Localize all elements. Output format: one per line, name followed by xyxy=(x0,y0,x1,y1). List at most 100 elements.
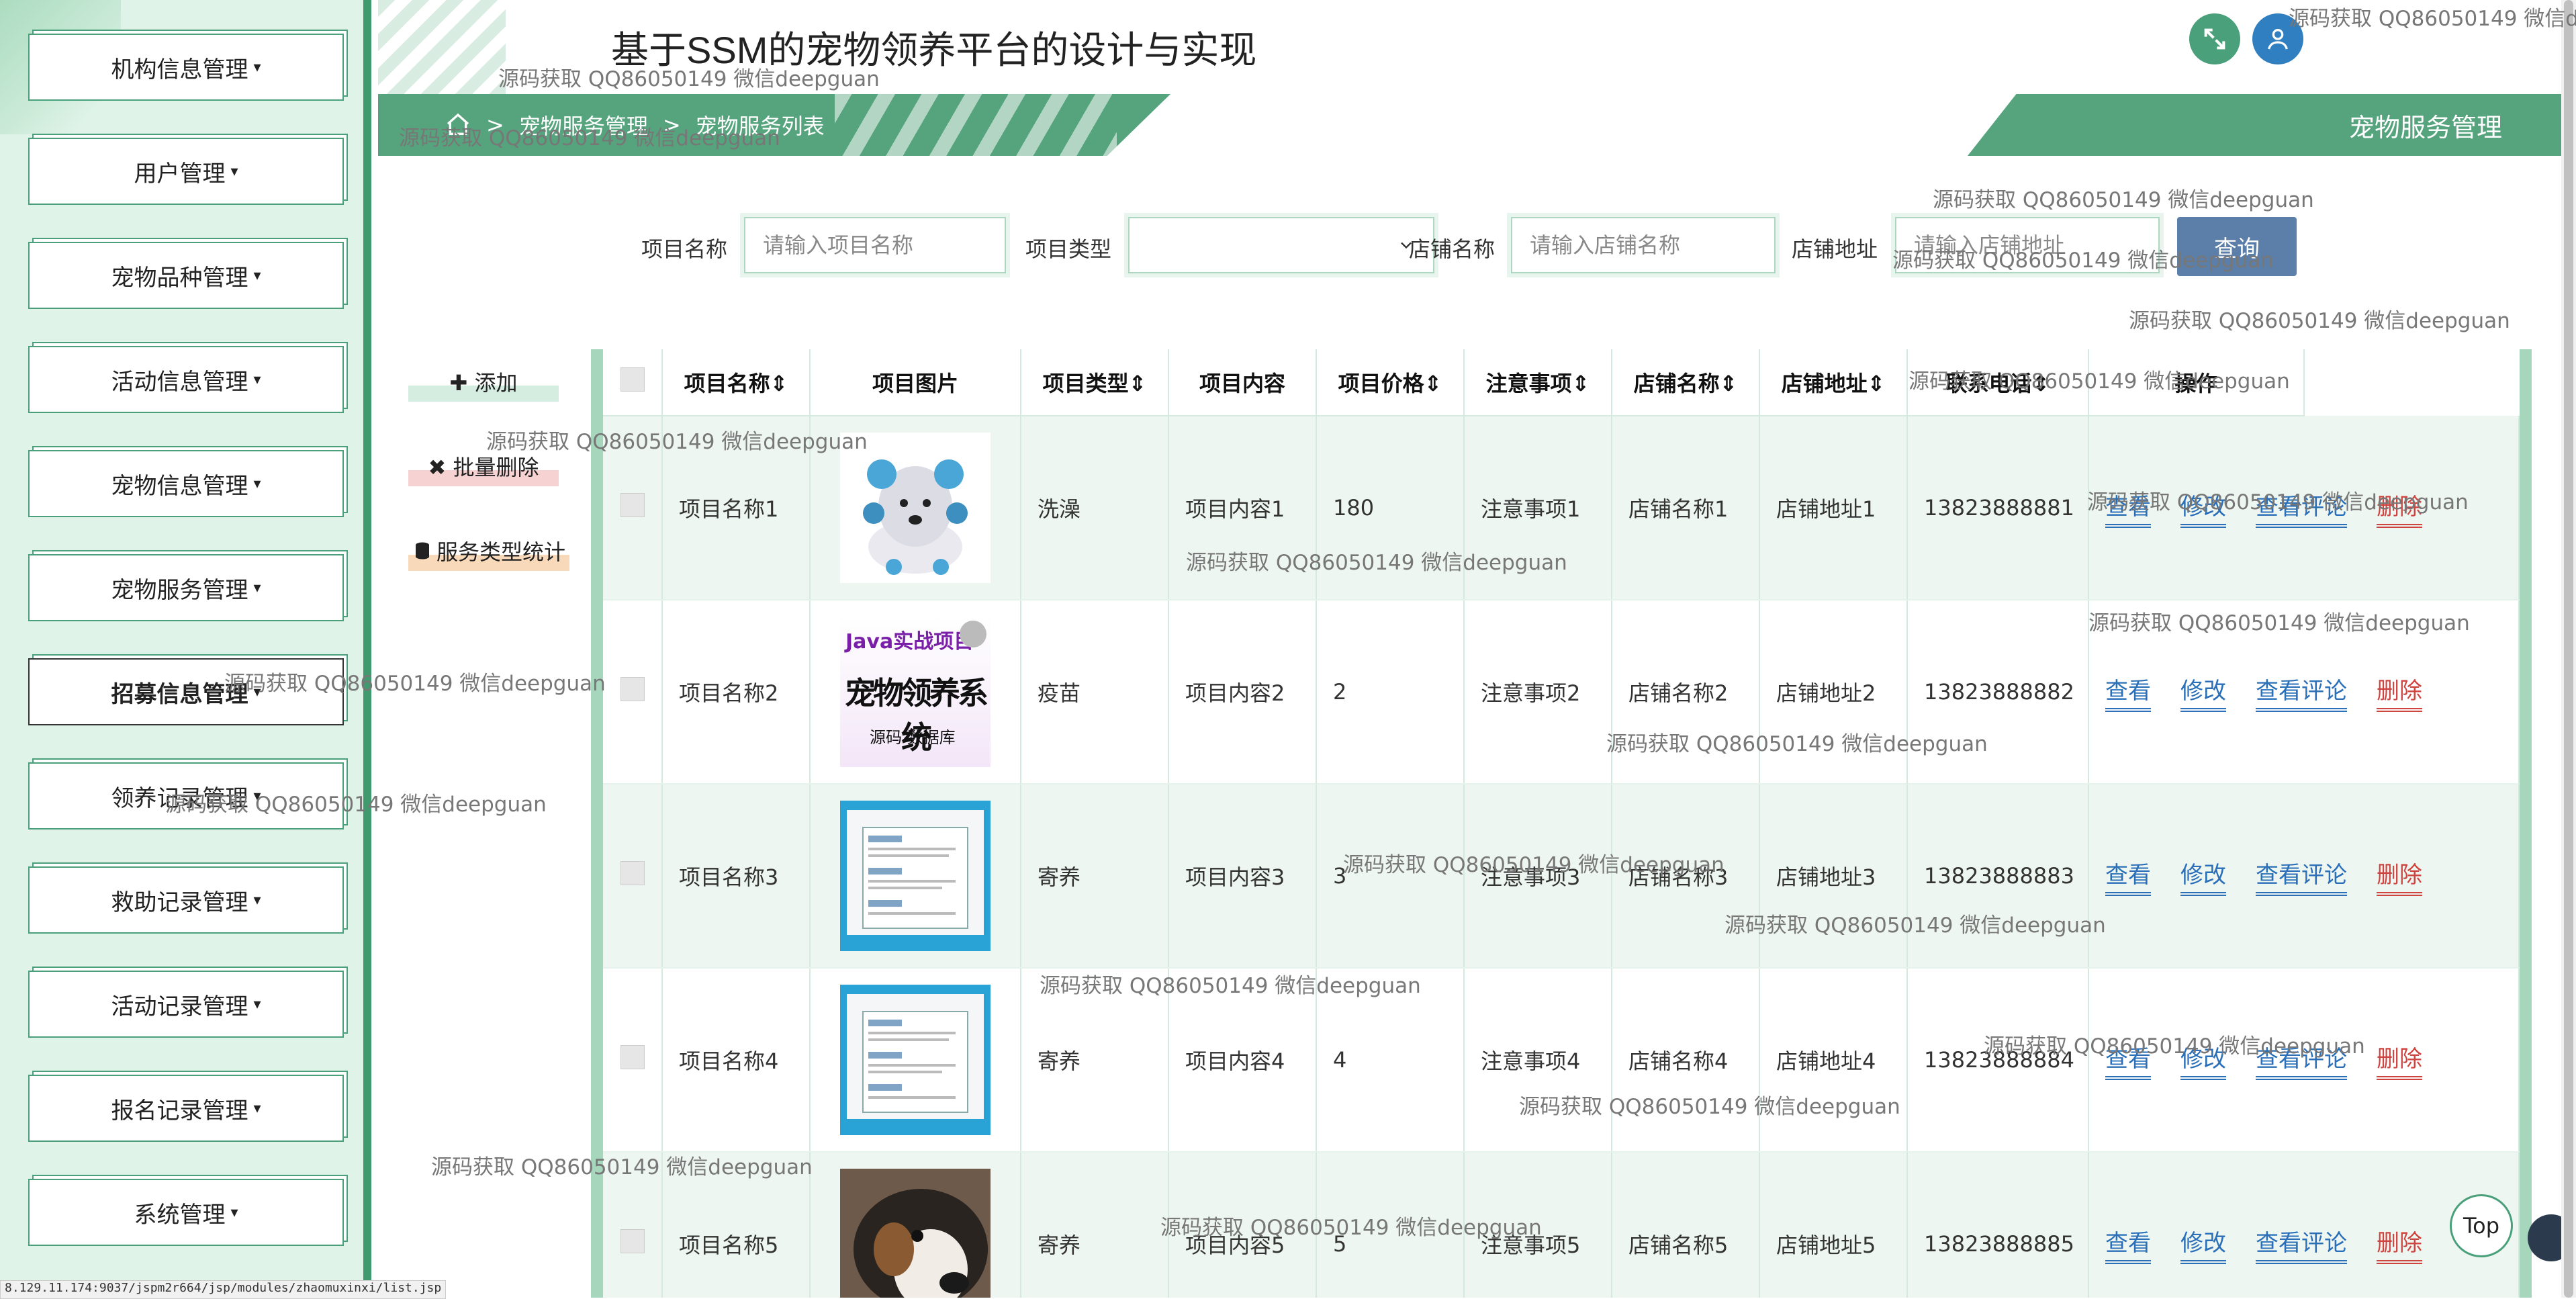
pet-image[interactable] xyxy=(840,1169,991,1298)
view-link[interactable]: 查看 xyxy=(2105,1040,2151,1080)
pet-image[interactable] xyxy=(840,801,991,951)
breadcrumb-separator: > xyxy=(662,112,681,138)
edit-link[interactable]: 修改 xyxy=(2180,856,2226,896)
view-comments-link[interactable]: 查看评论 xyxy=(2256,672,2347,712)
sidebar-edge xyxy=(363,0,371,1298)
col-shop-address[interactable]: 店铺地址⇕ xyxy=(1759,349,1908,416)
sidebar-item-label: 活动记录管理 xyxy=(111,993,248,1020)
view-link[interactable]: 查看 xyxy=(2105,856,2151,896)
col-notes[interactable]: 注意事项⇕ xyxy=(1464,349,1612,416)
sidebar-item-rescue-records[interactable]: 救助记录管理 ▾ xyxy=(28,866,344,934)
row-checkbox-cell xyxy=(603,784,663,969)
edit-link[interactable]: 修改 xyxy=(2180,1224,2226,1264)
view-link[interactable]: 查看 xyxy=(2105,672,2151,712)
cell-shop-name: 店铺名称2 xyxy=(1612,600,1760,785)
cell-project-price: 2 xyxy=(1316,600,1465,785)
view-comments-link[interactable]: 查看评论 xyxy=(2256,856,2347,896)
cell-actions: 查看 修改 查看评论 删除 xyxy=(2088,784,2520,969)
cell-project-type: 洗澡 xyxy=(1021,416,1169,600)
caret-down-icon: ▾ xyxy=(253,787,261,805)
table-row: 项目名称4 寄养 项目内容4 4 注意事项4 店铺名称4 店铺地址4 13823… xyxy=(603,968,2520,1153)
sidebar-item-activity-records[interactable]: 活动记录管理 ▾ xyxy=(28,971,344,1038)
delete-link[interactable]: 删除 xyxy=(2377,488,2422,528)
delete-link[interactable]: 删除 xyxy=(2377,672,2422,712)
sidebar-item-pet-breeds[interactable]: 宠物品种管理 ▾ xyxy=(28,242,344,309)
row-checkbox[interactable] xyxy=(620,1045,645,1069)
row-checkbox[interactable] xyxy=(620,1229,645,1253)
sidebar-item-adoption-records[interactable]: 领养记录管理 ▾ xyxy=(28,762,344,830)
sidebar-item-label: 活动信息管理 xyxy=(111,368,248,396)
page-scrollbar[interactable] xyxy=(2561,0,2576,1298)
cell-project-name: 项目名称4 xyxy=(662,968,811,1153)
service-type-stats-button[interactable]: 服务类型统计 xyxy=(408,531,569,571)
project-name-input[interactable] xyxy=(740,213,1010,277)
edit-link[interactable]: 修改 xyxy=(2180,672,2226,712)
col-project-content: 项目内容 xyxy=(1168,349,1317,416)
breadcrumb: > 宠物服务管理 > 宠物服务列表 xyxy=(445,107,825,142)
shop-address-input[interactable] xyxy=(1891,213,2164,277)
select-all-checkbox[interactable] xyxy=(620,367,645,392)
row-checkbox[interactable] xyxy=(620,677,645,701)
edit-link[interactable]: 修改 xyxy=(2180,1040,2226,1080)
row-checkbox[interactable] xyxy=(620,861,645,885)
sidebar-item-activity-info[interactable]: 活动信息管理 ▾ xyxy=(28,346,344,413)
caret-down-icon: ▾ xyxy=(253,371,261,388)
add-button[interactable]: ✚ 添加 xyxy=(408,361,559,402)
user-avatar-button[interactable] xyxy=(2252,13,2303,64)
cell-project-price: 4 xyxy=(1316,968,1465,1153)
cell-shop-name: 店铺名称1 xyxy=(1612,416,1760,600)
sidebar-item-label: 领养记录管理 xyxy=(111,785,248,812)
sidebar-item-recruitment[interactable]: 招募信息管理 ▾ xyxy=(28,658,344,725)
delete-link[interactable]: 删除 xyxy=(2377,856,2422,896)
cell-project-image xyxy=(810,784,1021,969)
sidebar-item-signup-records[interactable]: 报名记录管理 ▾ xyxy=(28,1075,344,1142)
sidebar-item-org-info[interactable]: 机构信息管理 ▾ xyxy=(28,34,344,101)
col-project-price[interactable]: 项目价格⇕ xyxy=(1316,349,1465,416)
view-link[interactable]: 查看 xyxy=(2105,488,2151,528)
edit-link[interactable]: 修改 xyxy=(2180,488,2226,528)
delete-link[interactable]: 删除 xyxy=(2377,1040,2422,1080)
home-icon[interactable] xyxy=(445,111,471,138)
shop-name-input[interactable] xyxy=(1507,213,1780,277)
table-row: 项目名称2 Java实战项目 宠物领养系统 源码 数据库 疫苗 项目内容2 2 … xyxy=(603,600,2520,785)
sidebar-item-system[interactable]: 系统管理 ▾ xyxy=(28,1179,344,1246)
cell-project-content: 项目内容2 xyxy=(1168,600,1317,785)
search-button[interactable]: 查询 xyxy=(2177,217,2297,276)
status-bar-url: 8.129.11.174:9037/jspm2r664/jsp/modules/… xyxy=(0,1280,447,1299)
sidebar-item-pet-info[interactable]: 宠物信息管理 ▾ xyxy=(28,450,344,517)
pet-image[interactable] xyxy=(840,985,991,1135)
row-checkbox-cell xyxy=(603,600,663,785)
col-project-name[interactable]: 项目名称⇕ xyxy=(662,349,811,416)
scrollbar-thumb[interactable] xyxy=(2564,0,2573,1298)
caret-down-icon: ▾ xyxy=(253,58,261,76)
cell-project-price: 3 xyxy=(1316,784,1465,969)
sidebar-item-label: 招募信息管理 xyxy=(111,680,248,708)
sidebar-item-label: 用户管理 xyxy=(134,160,226,187)
cell-project-content: 项目内容5 xyxy=(1168,1152,1317,1298)
col-shop-name[interactable]: 店铺名称⇕ xyxy=(1612,349,1760,416)
pet-image[interactable] xyxy=(840,433,991,583)
view-comments-link[interactable]: 查看评论 xyxy=(2256,1040,2347,1080)
pet-image[interactable]: Java实战项目 宠物领养系统 源码 数据库 xyxy=(840,617,991,767)
caret-down-icon: ▾ xyxy=(253,579,261,596)
col-phone[interactable]: 联系电话⇕ xyxy=(1907,349,2089,416)
row-checkbox[interactable] xyxy=(620,493,645,517)
delete-link[interactable]: 删除 xyxy=(2377,1224,2422,1264)
table-row: 项目名称1 洗澡 项目内容1 180 注意事项1 店铺名称1 店铺地址1 138… xyxy=(603,416,2520,600)
cell-shop-address: 店铺地址4 xyxy=(1759,968,1908,1153)
col-project-type[interactable]: 项目类型⇕ xyxy=(1021,349,1169,416)
view-comments-link[interactable]: 查看评论 xyxy=(2256,1224,2347,1264)
cell-actions: 查看 修改 查看评论 删除 xyxy=(2088,968,2520,1153)
fullscreen-button[interactable] xyxy=(2189,13,2240,64)
view-comments-link[interactable]: 查看评论 xyxy=(2256,488,2347,528)
sidebar-item-users[interactable]: 用户管理 ▾ xyxy=(28,138,344,205)
table-row: 项目名称3 寄养 项目内容3 3 注意事项3 店铺名称3 店铺地址3 13823… xyxy=(603,784,2520,969)
sidebar-item-pet-service[interactable]: 宠物服务管理 ▾ xyxy=(28,554,344,621)
cell-project-content: 项目内容3 xyxy=(1168,784,1317,969)
breadcrumb-level1[interactable]: 宠物服务管理 xyxy=(519,109,648,140)
batch-delete-button[interactable]: ✖ 批量删除 xyxy=(408,446,559,486)
project-type-select[interactable] xyxy=(1124,213,1438,277)
view-link[interactable]: 查看 xyxy=(2105,1224,2151,1264)
back-to-top-button[interactable]: Top xyxy=(2450,1194,2513,1257)
cell-shop-address: 店铺地址3 xyxy=(1759,784,1908,969)
